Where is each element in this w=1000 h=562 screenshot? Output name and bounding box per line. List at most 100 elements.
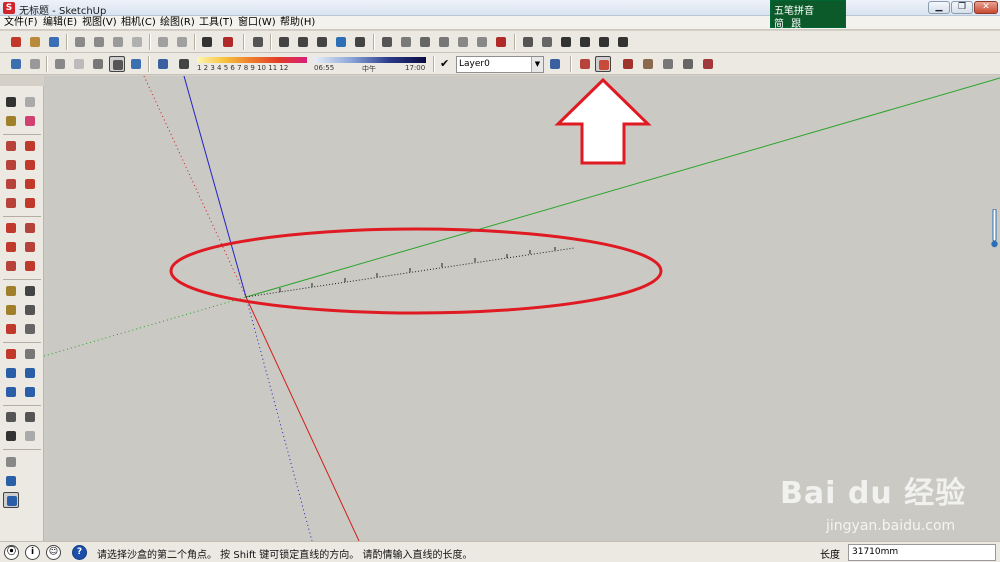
select-tool-icon[interactable] xyxy=(3,94,19,110)
menu-window[interactable]: 窗口(W) xyxy=(238,16,276,30)
menu-tools[interactable]: 工具(T) xyxy=(199,16,233,30)
model-info-icon[interactable] xyxy=(220,34,236,50)
texture-position-icon[interactable] xyxy=(680,56,696,72)
back-edges-icon[interactable] xyxy=(27,56,43,72)
menu-file[interactable]: 文件(F) xyxy=(4,16,38,30)
redo-icon[interactable] xyxy=(174,34,190,50)
orbit-tool-icon[interactable] xyxy=(3,346,19,362)
polygon-tool-icon[interactable] xyxy=(3,176,19,192)
circle-tool-icon[interactable] xyxy=(3,157,19,173)
sandbox-from-scratch-icon[interactable] xyxy=(398,34,414,50)
camera-iso-icon[interactable] xyxy=(250,34,266,50)
stamp-icon[interactable] xyxy=(436,34,452,50)
house-outline-icon[interactable] xyxy=(577,34,593,50)
home-icon[interactable] xyxy=(558,34,574,50)
move-tool-icon[interactable] xyxy=(3,220,19,236)
tape-measure-icon[interactable] xyxy=(3,283,19,299)
section-plane-tool-icon[interactable] xyxy=(22,428,38,444)
copy-icon[interactable] xyxy=(91,34,107,50)
minimize-button[interactable]: ▁ xyxy=(928,1,950,14)
view-top-icon[interactable] xyxy=(276,34,292,50)
view-front-icon[interactable] xyxy=(295,34,311,50)
add-detail-icon[interactable] xyxy=(474,34,490,50)
rectangle-tool-icon[interactable] xyxy=(3,138,19,154)
geo-location-icon[interactable]: ⦿ xyxy=(4,545,19,560)
maximize-button[interactable]: ❐ xyxy=(951,1,973,14)
protractor-icon[interactable] xyxy=(3,302,19,318)
section-cut-icon[interactable] xyxy=(660,56,676,72)
paste-icon[interactable] xyxy=(110,34,126,50)
solid-tools-icon[interactable] xyxy=(700,56,716,72)
view-left-icon[interactable] xyxy=(352,34,368,50)
shaded-textures-icon[interactable] xyxy=(109,56,125,72)
menu-help[interactable]: 帮助(H) xyxy=(280,16,315,30)
undo-icon[interactable] xyxy=(155,34,171,50)
view-right-icon[interactable] xyxy=(314,34,330,50)
print-icon[interactable] xyxy=(199,34,215,50)
3d-text-icon[interactable] xyxy=(22,321,38,337)
toggle-terrain-icon[interactable] xyxy=(3,473,19,489)
measurements-input[interactable]: 31710mm xyxy=(848,544,996,561)
offset-tool-icon[interactable] xyxy=(22,258,38,274)
drape-icon[interactable] xyxy=(455,34,471,50)
save-icon[interactable] xyxy=(46,34,62,50)
rotate-tool-icon[interactable] xyxy=(3,239,19,255)
walk-tool-icon[interactable] xyxy=(3,428,19,444)
section-plane-icon[interactable] xyxy=(577,56,593,72)
close-button[interactable]: ✕ xyxy=(974,1,998,14)
section-display-icon[interactable] xyxy=(640,56,656,72)
sandbox-from-contours-icon[interactable] xyxy=(379,34,395,50)
pie-tool-icon[interactable] xyxy=(3,195,19,211)
scale-tool-icon[interactable] xyxy=(3,258,19,274)
previous-view-icon[interactable] xyxy=(22,384,38,400)
position-camera-icon[interactable] xyxy=(3,409,19,425)
eraser-icon[interactable] xyxy=(22,113,38,129)
ime-status-widget[interactable]: 五笔拼音 简 跟 xyxy=(770,0,846,30)
photo-textures-icon[interactable] xyxy=(3,492,19,508)
sandbox-from-scratch-active-icon[interactable] xyxy=(595,56,611,72)
cut-icon[interactable] xyxy=(72,34,88,50)
component-icon[interactable] xyxy=(539,34,555,50)
line-tool-icon[interactable] xyxy=(22,138,38,154)
open-file-icon[interactable] xyxy=(27,34,43,50)
zoom-window-icon[interactable] xyxy=(22,365,38,381)
arc-tool-icon[interactable] xyxy=(22,176,38,192)
sign-in-icon[interactable]: ☺ xyxy=(46,545,61,560)
follow-me-tool-icon[interactable] xyxy=(22,239,38,255)
layer-dropdown[interactable]: Layer0 ▼ xyxy=(456,56,544,73)
menu-edit[interactable]: 编辑(E) xyxy=(43,16,77,30)
credits-icon[interactable]: i xyxy=(25,545,40,560)
wireframe-icon[interactable] xyxy=(52,56,68,72)
shadows-toggle-icon[interactable] xyxy=(155,56,171,72)
shaded-icon[interactable] xyxy=(90,56,106,72)
fog-icon[interactable] xyxy=(176,56,192,72)
axes-tool-icon[interactable] xyxy=(3,321,19,337)
monochrome-icon[interactable] xyxy=(128,56,144,72)
get-models-icon[interactable] xyxy=(615,34,631,50)
warehouse-icon[interactable] xyxy=(520,34,536,50)
text-tool-icon[interactable] xyxy=(22,302,38,318)
menu-view[interactable]: 视图(V) xyxy=(82,16,117,30)
zoom-extents-icon[interactable] xyxy=(3,384,19,400)
layer-manager-icon[interactable] xyxy=(547,56,563,72)
flip-edge-icon[interactable] xyxy=(493,34,509,50)
zoom-tool-icon[interactable] xyxy=(3,365,19,381)
freehand-tool-icon[interactable] xyxy=(22,157,38,173)
shadow-month-slider[interactable]: 1 2 3 4 5 6 7 8 9 10 11 12 xyxy=(197,56,307,73)
push-pull-tool-icon[interactable] xyxy=(22,220,38,236)
smoove-icon[interactable] xyxy=(417,34,433,50)
erase-selection-icon[interactable] xyxy=(129,34,145,50)
hidden-line-icon[interactable] xyxy=(71,56,87,72)
help-icon[interactable]: ? xyxy=(72,545,87,560)
shadow-time-slider[interactable]: 06:55 中午 17:00 xyxy=(314,56,426,73)
new-file-icon[interactable] xyxy=(8,34,24,50)
zoom-slider-icon[interactable] xyxy=(991,209,998,249)
view-back-icon[interactable] xyxy=(333,34,349,50)
menu-draw[interactable]: 绘图(R) xyxy=(160,16,195,30)
share-model-icon[interactable] xyxy=(596,34,612,50)
make-component-icon[interactable] xyxy=(22,94,38,110)
add-location-icon[interactable] xyxy=(3,454,19,470)
look-around-icon[interactable] xyxy=(22,409,38,425)
dimension-tool-icon[interactable] xyxy=(22,283,38,299)
intersect-icon[interactable] xyxy=(620,56,636,72)
